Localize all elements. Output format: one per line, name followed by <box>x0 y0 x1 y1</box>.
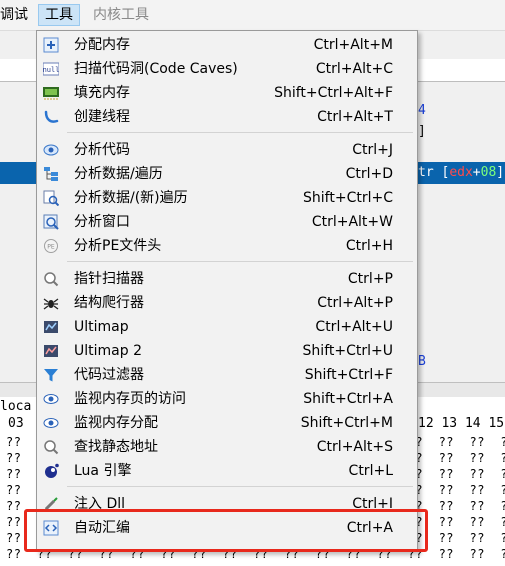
menu-item-shortcut: Ctrl+Alt+C <box>315 61 393 77</box>
menu-separator <box>67 261 413 262</box>
disasm-offset: 08 <box>480 165 497 180</box>
menu-item-watch-page-access[interactable]: 监视内存页的访问 Shift+Ctrl+A <box>39 387 415 411</box>
disasm-text: ] <box>496 165 505 180</box>
filter-icon <box>44 369 58 382</box>
menu-item-label: 分析窗口 <box>74 214 130 230</box>
menu-item-label: Ultimap 2 <box>74 343 142 359</box>
menu-item-shortcut: Ctrl+Alt+T <box>317 109 393 125</box>
menu-item-label: 填充内存 <box>74 85 130 101</box>
menu-item-label: 指针扫描器 <box>74 271 144 287</box>
menu-debug[interactable]: 调试 <box>0 5 28 25</box>
disasm-text: + <box>472 165 481 180</box>
menu-item-pointer-scanner[interactable]: 指针扫描器 Ctrl+P <box>39 267 415 291</box>
menu-item-analyze-pe-header[interactable]: PE 分析PE文件头 Ctrl+H <box>39 234 415 258</box>
hex-header-cols: 12 13 14 15 <box>418 416 505 431</box>
menu-item-label: 分析数据/(新)遍历 <box>74 190 188 206</box>
menu-item-shortcut: Ctrl+Alt+M <box>313 37 393 53</box>
menu-item-ultimap-2[interactable]: Ultimap 2 Shift+Ctrl+U <box>39 339 415 363</box>
menu-item-structure-spider[interactable]: 结构爬行器 Ctrl+Alt+P <box>39 291 415 315</box>
disasm-fragment: B <box>418 354 426 369</box>
menu-item-label: 分析代码 <box>74 142 130 158</box>
null-icon: null <box>43 62 59 76</box>
menu-item-lua-engine[interactable]: Lua 引擎 Ctrl+L <box>39 459 415 483</box>
menu-separator <box>67 132 413 133</box>
tools-dropdown-menu: 分配内存 Ctrl+Alt+M null 扫描代码洞(Code Caves) C… <box>36 30 418 552</box>
thread-icon <box>44 110 59 123</box>
menu-item-label: 结构爬行器 <box>74 295 144 311</box>
menu-item-shortcut: Shift+Ctrl+F <box>304 367 393 383</box>
ultimap2-icon <box>44 345 58 357</box>
menu-bar: 调试 工具 内核工具 <box>0 0 505 31</box>
window-search-icon <box>43 214 59 230</box>
menu-item-label: 分配内存 <box>74 37 130 53</box>
menu-tools[interactable]: 工具 <box>38 4 80 26</box>
eye-icon <box>43 394 59 404</box>
menu-item-dissect-data[interactable]: 分析数据/遍历 Ctrl+D <box>39 162 415 186</box>
menu-item-allocate-memory[interactable]: 分配内存 Ctrl+Alt+M <box>39 33 415 57</box>
menu-item-shortcut: Ctrl+L <box>348 463 393 479</box>
menu-item-ultimap[interactable]: Ultimap Ctrl+Alt+U <box>39 315 415 339</box>
disasm-register: edx <box>449 165 473 180</box>
menu-item-shortcut: Ctrl+P <box>347 271 393 287</box>
hex-header-address: loca <box>0 399 32 414</box>
menu-item-label: 分析数据/遍历 <box>74 166 163 182</box>
spider-icon <box>43 298 59 310</box>
menu-item-shortcut: Ctrl+D <box>345 166 393 182</box>
menu-item-shortcut: Ctrl+Alt+W <box>311 214 393 230</box>
menu-item-create-thread[interactable]: 创建线程 Ctrl+Alt+T <box>39 105 415 129</box>
disasm-text: tr [ <box>418 165 450 180</box>
menu-item-label: 代码过滤器 <box>74 367 144 383</box>
menu-item-scan-code-caves[interactable]: null 扫描代码洞(Code Caves) Ctrl+Alt+C <box>39 57 415 81</box>
menu-item-shortcut: Ctrl+Alt+U <box>315 319 393 335</box>
tree-icon <box>44 167 58 181</box>
menu-item-shortcut: Ctrl+Alt+P <box>317 295 393 311</box>
eye-alloc-icon <box>43 418 59 428</box>
ultimap-icon <box>44 321 58 333</box>
menu-separator <box>67 486 413 487</box>
menu-item-label: 监视内存页的访问 <box>74 391 186 407</box>
menu-item-shortcut: Shift+Ctrl+A <box>303 391 393 407</box>
menu-item-find-static-address[interactable]: 查找静态地址 Ctrl+Alt+S <box>39 435 415 459</box>
menu-item-shortcut: Ctrl+H <box>345 238 393 254</box>
highlight-box <box>24 509 428 552</box>
menu-item-dissect-data-new[interactable]: 分析数据/(新)遍历 Shift+Ctrl+C <box>39 186 415 210</box>
magnifier-icon <box>44 272 59 287</box>
eye-code-icon <box>43 144 59 156</box>
disasm-fragment: ] <box>418 124 426 139</box>
menu-item-label: 分析PE文件头 <box>74 238 162 254</box>
menu-item-fill-memory[interactable]: 填充内存 Shift+Ctrl+Alt+F <box>39 81 415 105</box>
lua-icon <box>45 463 59 478</box>
svg-text:null: null <box>43 66 59 74</box>
menu-item-shortcut: Ctrl+Alt+S <box>316 439 393 455</box>
menu-item-shortcut: Shift+Ctrl+U <box>302 343 393 359</box>
menu-item-label: 扫描代码洞(Code Caves) <box>74 61 238 77</box>
pe-header-icon: PE <box>44 239 58 253</box>
menu-item-shortcut: Shift+Ctrl+Alt+F <box>274 85 393 101</box>
static-search-icon <box>44 440 59 455</box>
menu-kernel-tools[interactable]: 内核工具 <box>93 5 149 25</box>
menu-item-analyze-code[interactable]: 分析代码 Ctrl+J <box>39 138 415 162</box>
menu-item-label: Ultimap <box>74 319 129 335</box>
menu-item-shortcut: Shift+Ctrl+C <box>303 190 393 206</box>
menu-item-shortcut: Shift+Ctrl+M <box>300 415 393 431</box>
disasm-fragment: 4 <box>418 103 426 118</box>
menu-item-label: 创建线程 <box>74 109 130 125</box>
chip-icon <box>43 87 59 100</box>
plus-icon <box>43 37 59 53</box>
menu-item-watch-memory-allocations[interactable]: 监视内存分配 Shift+Ctrl+M <box>39 411 415 435</box>
svg-text:PE: PE <box>47 244 55 251</box>
menu-item-label: Lua 引擎 <box>74 463 132 479</box>
hex-header-col: 03 <box>8 416 24 431</box>
tree-new-icon <box>43 190 59 206</box>
menu-item-code-filter[interactable]: 代码过滤器 Shift+Ctrl+F <box>39 363 415 387</box>
menu-item-label: 查找静态地址 <box>74 439 158 455</box>
menu-item-shortcut: Ctrl+J <box>352 142 393 158</box>
menu-item-label: 监视内存分配 <box>74 415 158 431</box>
menu-item-analyze-window[interactable]: 分析窗口 Ctrl+Alt+W <box>39 210 415 234</box>
